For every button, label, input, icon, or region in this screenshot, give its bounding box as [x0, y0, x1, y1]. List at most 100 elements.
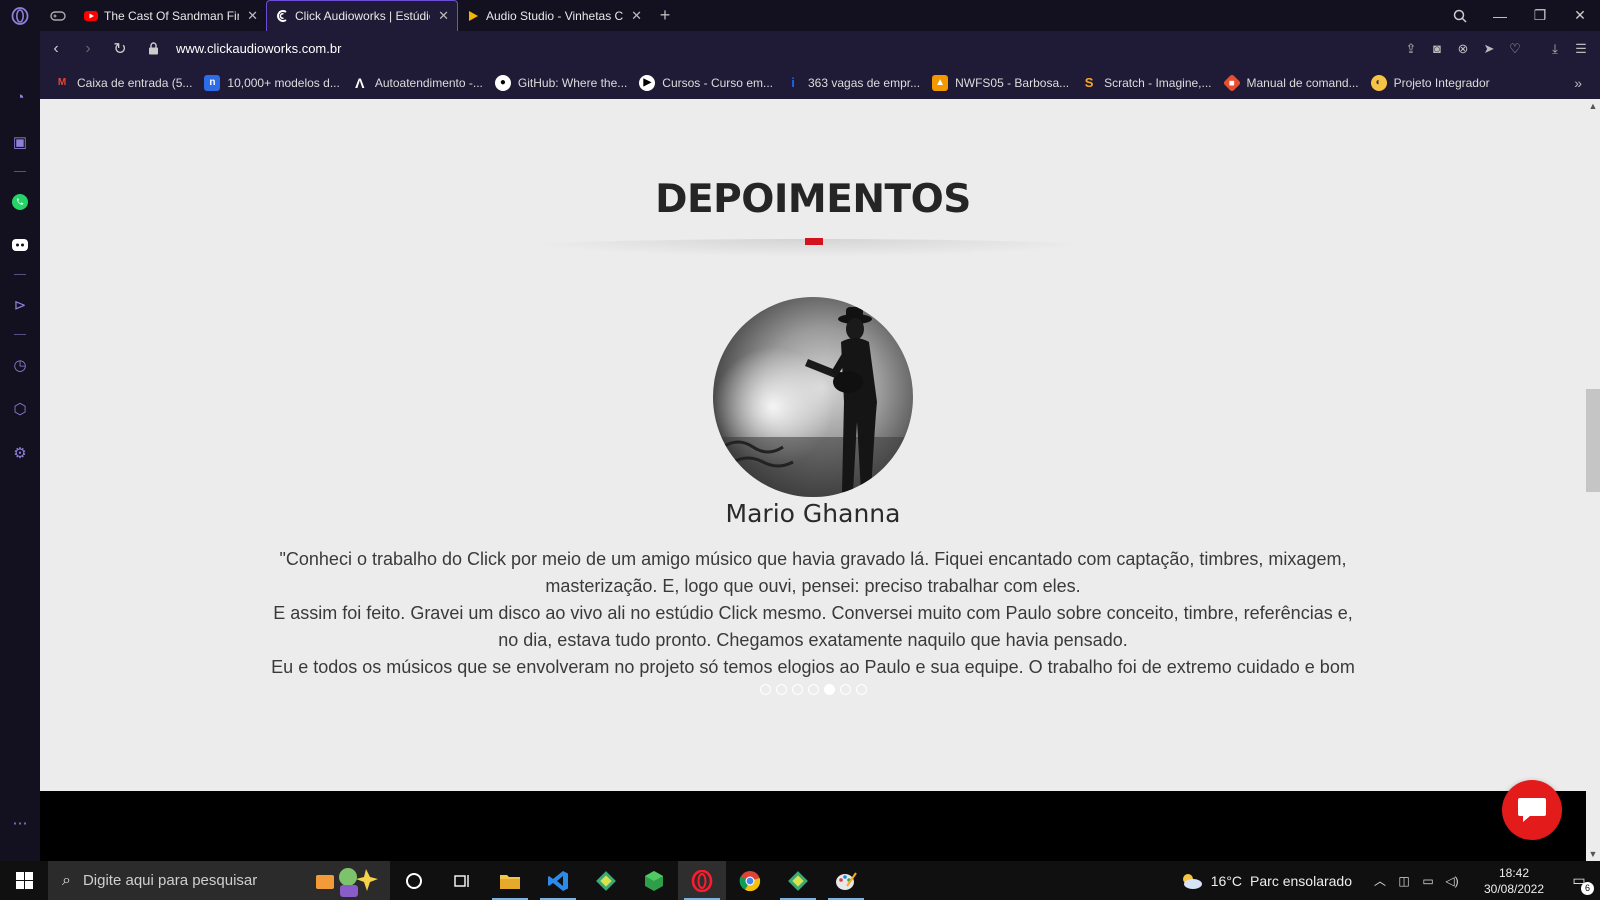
youtube-icon: ▶	[639, 74, 656, 91]
bookmark-label: Caixa de entrada (5...	[77, 75, 193, 90]
search-highlight-art-icon	[316, 868, 378, 897]
scroll-down-arrow-icon[interactable]: ▼	[1586, 847, 1600, 861]
quote-line: no dia, estava tudo pronto. Chegamos exa…	[498, 630, 1128, 650]
speed-dial-icon[interactable]: ◔	[0, 83, 40, 111]
bookmarks-bar: M Caixa de entrada (5... n 10,000+ modelos…	[40, 66, 1600, 99]
meet-now-icon[interactable]: ◫	[1392, 874, 1416, 888]
green-cube-app-icon[interactable]	[630, 861, 678, 900]
bookmark-projeto[interactable]: ◐ Projeto Integrador	[1370, 74, 1490, 91]
restore-icon[interactable]: ❐	[1520, 0, 1560, 31]
bookmark-cursos[interactable]: ▶ Cursos - Curso em...	[639, 74, 773, 91]
bookmark-manual[interactable]: ◆ Manual de comand...	[1222, 73, 1359, 92]
new-tab-button[interactable]: +	[650, 5, 680, 26]
scrollbar-thumb[interactable]	[1586, 389, 1600, 492]
back-button[interactable]: ‹	[40, 31, 72, 66]
search-icon: ⌕	[62, 871, 71, 889]
carousel-dot[interactable]	[775, 684, 787, 695]
tab-click-audioworks[interactable]: Click Audioworks | Estúdio ✕	[266, 0, 458, 31]
bookmark-notion[interactable]: n 10,000+ modelos d...	[204, 74, 340, 91]
send-icon[interactable]: ➤	[1476, 41, 1502, 57]
carousel-dot[interactable]	[759, 684, 771, 695]
history-icon[interactable]: ◷	[0, 351, 40, 379]
taskbar-clock[interactable]: 18:42 30/08/2022	[1470, 865, 1558, 897]
forward-button[interactable]: ›	[72, 31, 104, 66]
windows-start-button[interactable]	[0, 861, 48, 900]
page-scrollbar[interactable]: ▲ ▼	[1586, 99, 1600, 861]
tab-title: Audio Studio - Vinhetas Ca	[486, 8, 624, 23]
close-tab-icon[interactable]: ✕	[247, 8, 258, 24]
whatsapp-icon[interactable]	[0, 188, 40, 216]
carousel-dot[interactable]	[855, 684, 867, 695]
camera-icon[interactable]: ◙	[1424, 41, 1450, 57]
tab-audio-studio[interactable]: Audio Studio - Vinhetas Ca ✕	[458, 0, 650, 31]
play-triangle-icon	[466, 9, 480, 23]
carousel-dot[interactable]	[791, 684, 803, 695]
testimonial-avatar	[713, 297, 913, 497]
share-icon[interactable]: ⇪	[1398, 41, 1424, 57]
tab-title: The Cast Of Sandman Finds	[104, 8, 239, 23]
crypto-wallet-icon[interactable]: ⬡	[0, 395, 40, 423]
sidebar-separator	[14, 274, 26, 275]
task-view-icon[interactable]	[438, 861, 486, 900]
file-explorer-icon[interactable]	[486, 861, 534, 900]
lock-icon[interactable]	[136, 42, 170, 55]
carousel-dots	[40, 684, 1586, 695]
paint-app-icon[interactable]	[822, 861, 870, 900]
gamepad-icon[interactable]	[40, 0, 76, 31]
bookmark-github[interactable]: ● GitHub: Where the...	[494, 74, 627, 91]
lambda-icon: Λ	[355, 74, 365, 91]
vscode-icon[interactable]	[534, 861, 582, 900]
bookmark-label: 363 vagas de empr...	[808, 75, 921, 90]
address-bar-actions: ⇪ ◙ ⊗ ➤ ♡ ⤓ ☰	[1398, 41, 1600, 57]
youtube-icon	[84, 9, 98, 23]
scroll-up-arrow-icon[interactable]: ▲	[1586, 99, 1600, 113]
carousel-dot[interactable]	[823, 684, 835, 695]
gitkraken-running-icon[interactable]	[774, 861, 822, 900]
testimonial-quote: "Conheci o trabalho do Click por meio de…	[260, 546, 1366, 681]
close-window-icon[interactable]: ✕	[1560, 0, 1600, 31]
click-audioworks-icon	[275, 9, 289, 23]
url-field[interactable]: www.clickaudioworks.com.br	[176, 41, 341, 56]
opera-sidebar: ◔ ▣ ⊳ ◷ ⬡ ⚙ ⋯	[0, 31, 40, 861]
search-tabs-icon[interactable]	[1440, 0, 1480, 31]
volume-icon[interactable]: ◁)	[1440, 874, 1464, 888]
bookmark-scratch[interactable]: S Scratch - Imagine,...	[1081, 75, 1212, 91]
cortana-icon[interactable]	[390, 861, 438, 900]
chrome-icon[interactable]	[726, 861, 774, 900]
bookmark-autoatendimento[interactable]: Λ Autoatendimento -...	[352, 75, 483, 91]
close-tab-icon[interactable]: ✕	[438, 8, 449, 24]
adblock-icon[interactable]: ⊗	[1450, 41, 1476, 57]
download-icon[interactable]: ⤓	[1542, 41, 1568, 57]
more-options-icon[interactable]: ⋯	[0, 809, 40, 837]
partly-sunny-icon	[1182, 873, 1202, 889]
chat-button[interactable]	[1502, 780, 1562, 840]
shopping-bag-icon[interactable]: ▣	[0, 128, 40, 156]
bookmark-vagas[interactable]: i 363 vagas de empr...	[785, 75, 920, 91]
close-tab-icon[interactable]: ✕	[631, 8, 642, 24]
weather-widget[interactable]: 16°C Parc ensolarado	[1179, 872, 1352, 890]
settings-gear-icon[interactable]: ⚙	[0, 439, 40, 467]
carousel-dot[interactable]	[807, 684, 819, 695]
more-bookmarks-icon[interactable]: »	[1574, 75, 1582, 91]
carousel-dot[interactable]	[839, 684, 851, 695]
notification-center-icon[interactable]: ▭ 6	[1558, 872, 1600, 895]
opera-taskbar-icon[interactable]	[678, 861, 726, 900]
tab-sandman[interactable]: The Cast Of Sandman Finds ✕	[76, 0, 266, 31]
discord-icon[interactable]	[0, 231, 40, 259]
easy-setup-icon[interactable]: ☰	[1568, 41, 1594, 57]
taskbar-search[interactable]: ⌕ Digite aqui para pesquisar	[48, 861, 390, 900]
bookmark-label: Autoatendimento -...	[374, 75, 483, 90]
sidebar-separator	[14, 334, 26, 335]
minimize-icon[interactable]: —	[1480, 0, 1520, 31]
bookmark-nwfs05[interactable]: ▲ NWFS05 - Barbosa...	[932, 74, 1069, 91]
player-icon[interactable]: ⊳	[0, 291, 40, 319]
bookmark-label: Projeto Integrador	[1393, 75, 1490, 90]
gitkraken-icon[interactable]	[582, 861, 630, 900]
show-hidden-icons-icon[interactable]: ︿	[1368, 872, 1392, 889]
reload-button[interactable]: ↻	[104, 31, 136, 66]
opera-menu-icon[interactable]	[0, 0, 40, 31]
network-icon[interactable]: ▭	[1416, 874, 1440, 888]
heart-icon[interactable]: ♡	[1502, 41, 1528, 57]
bookmark-gmail[interactable]: M Caixa de entrada (5...	[54, 75, 193, 91]
projeto-icon: ◐	[1370, 74, 1387, 91]
